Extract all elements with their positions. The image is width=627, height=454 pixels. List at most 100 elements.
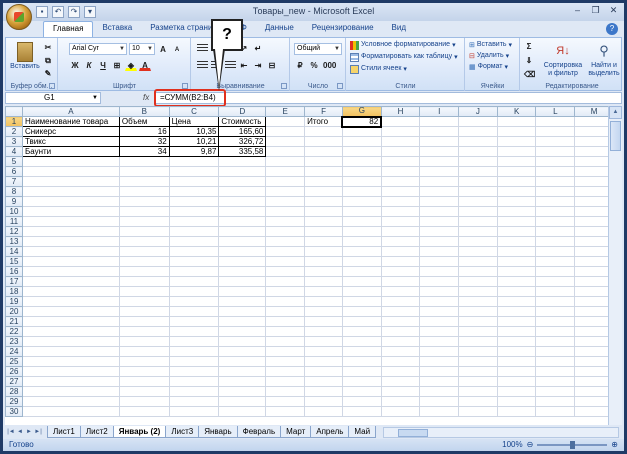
sheet-tab[interactable]: Май xyxy=(348,426,377,438)
cell[interactable] xyxy=(265,346,306,357)
cell[interactable] xyxy=(341,126,382,137)
cell[interactable] xyxy=(535,236,576,247)
cell[interactable] xyxy=(168,306,220,317)
cell[interactable] xyxy=(21,396,120,407)
row-header[interactable]: 23 xyxy=(5,336,23,347)
cell[interactable] xyxy=(535,306,576,317)
column-header[interactable]: A xyxy=(21,106,120,117)
cell[interactable] xyxy=(419,136,460,147)
cell[interactable] xyxy=(380,326,421,337)
cell[interactable] xyxy=(168,206,220,217)
cell[interactable] xyxy=(380,266,421,277)
cell[interactable] xyxy=(380,206,421,217)
cell[interactable] xyxy=(21,276,120,287)
cell[interactable] xyxy=(458,206,498,217)
cell[interactable] xyxy=(535,386,576,397)
cell[interactable] xyxy=(265,266,306,277)
row-header[interactable]: 13 xyxy=(5,236,23,247)
cell[interactable] xyxy=(496,316,537,327)
cell[interactable]: Баунти xyxy=(21,146,120,157)
cell[interactable] xyxy=(458,196,498,207)
cell[interactable] xyxy=(419,196,460,207)
select-all-corner[interactable] xyxy=(5,106,23,117)
cell[interactable] xyxy=(496,276,537,287)
cell[interactable] xyxy=(304,236,343,247)
row-header[interactable]: 8 xyxy=(5,186,23,197)
cell[interactable] xyxy=(496,176,537,187)
cell[interactable] xyxy=(21,336,120,347)
cell[interactable] xyxy=(458,236,498,247)
cell[interactable] xyxy=(218,196,267,207)
cell[interactable] xyxy=(21,156,120,167)
sheet-tab[interactable]: Апрель xyxy=(310,426,350,438)
cell[interactable] xyxy=(380,226,421,237)
cell[interactable] xyxy=(168,276,220,287)
cell[interactable] xyxy=(21,166,120,177)
cell[interactable] xyxy=(496,146,537,157)
cell[interactable] xyxy=(265,376,306,387)
cell[interactable] xyxy=(341,346,382,357)
cell[interactable] xyxy=(265,356,306,367)
cell[interactable] xyxy=(380,296,421,307)
cell[interactable] xyxy=(380,136,421,147)
cell[interactable] xyxy=(496,166,537,177)
cell[interactable] xyxy=(218,306,267,317)
cell[interactable] xyxy=(419,116,460,127)
cell[interactable] xyxy=(218,276,267,287)
cell[interactable]: 16 xyxy=(118,126,170,137)
row-header[interactable]: 19 xyxy=(5,296,23,307)
column-header[interactable]: E xyxy=(265,106,306,117)
cell[interactable] xyxy=(535,176,576,187)
worksheet-grid[interactable]: ABCDEFGHIJKLM 1 Наименование товара Объем Ц… xyxy=(5,106,614,425)
row-header[interactable]: 2 xyxy=(5,126,23,137)
cell[interactable] xyxy=(265,126,306,137)
cell[interactable] xyxy=(458,326,498,337)
cell[interactable] xyxy=(419,156,460,167)
cell[interactable] xyxy=(304,286,343,297)
cell[interactable]: Сникерс xyxy=(21,126,120,137)
cell[interactable] xyxy=(304,276,343,287)
cell[interactable] xyxy=(496,266,537,277)
cell[interactable] xyxy=(535,346,576,357)
cell[interactable] xyxy=(458,156,498,167)
next-sheet-icon[interactable]: ► xyxy=(25,427,33,437)
cell[interactable] xyxy=(118,346,170,357)
cell[interactable] xyxy=(218,206,267,217)
column-header[interactable]: L xyxy=(535,106,576,117)
cell[interactable] xyxy=(118,206,170,217)
cell[interactable] xyxy=(304,306,343,317)
cell[interactable]: Твикс xyxy=(21,136,120,147)
cell[interactable] xyxy=(341,386,382,397)
cell[interactable] xyxy=(168,286,220,297)
font-color-icon[interactable]: A xyxy=(139,60,151,71)
cell[interactable] xyxy=(168,366,220,377)
cell[interactable] xyxy=(380,346,421,357)
cell[interactable] xyxy=(304,256,343,267)
cell[interactable] xyxy=(535,376,576,387)
conditional-formatting-button[interactable]: Условное форматирование ▾ xyxy=(350,41,456,50)
cell[interactable] xyxy=(380,306,421,317)
cell[interactable] xyxy=(458,316,498,327)
row-header[interactable]: 3 xyxy=(5,136,23,147)
cell[interactable] xyxy=(168,266,220,277)
cell[interactable] xyxy=(265,226,306,237)
cell[interactable] xyxy=(419,216,460,227)
zoom-slider[interactable] xyxy=(537,440,608,449)
cell[interactable] xyxy=(265,216,306,227)
cell[interactable] xyxy=(380,156,421,167)
cell[interactable]: 32 xyxy=(118,136,170,147)
cell[interactable]: 335,58 xyxy=(218,146,267,157)
cell[interactable] xyxy=(21,266,120,277)
cell[interactable] xyxy=(218,156,267,167)
cell[interactable] xyxy=(304,166,343,177)
save-icon[interactable]: ▪ xyxy=(36,5,48,18)
cell[interactable] xyxy=(535,276,576,287)
help-icon[interactable]: ? xyxy=(606,23,618,35)
row-header[interactable]: 28 xyxy=(5,386,23,397)
cell[interactable] xyxy=(218,336,267,347)
row-header[interactable]: 22 xyxy=(5,326,23,337)
cell[interactable] xyxy=(380,366,421,377)
borders-icon[interactable]: ⊞ xyxy=(111,60,123,71)
cell[interactable] xyxy=(496,306,537,317)
cell[interactable] xyxy=(21,246,120,257)
